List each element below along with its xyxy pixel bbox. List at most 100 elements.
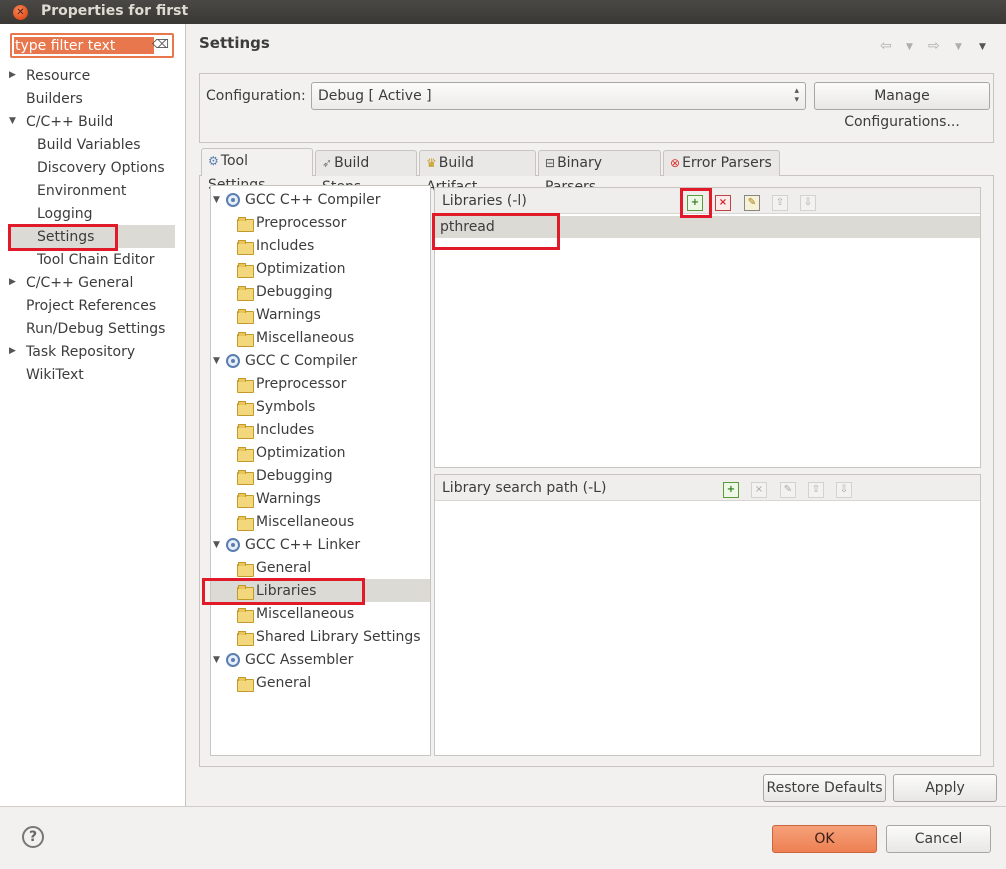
option-folder-icon <box>237 332 254 347</box>
option-folder-icon <box>237 470 254 485</box>
help-icon[interactable]: ? <box>22 826 44 848</box>
tool-option-item[interactable]: Miscellaneous <box>256 603 354 625</box>
highlight-box-libraries <box>202 578 365 605</box>
ok-button[interactable]: OK <box>772 825 877 853</box>
cancel-button[interactable]: Cancel <box>886 825 991 853</box>
tool-option-item[interactable]: Symbols <box>256 396 315 418</box>
nav-item[interactable]: Build Variables <box>37 134 141 156</box>
option-folder-icon <box>237 286 254 301</box>
forward-icon[interactable]: ⇨ <box>928 38 940 54</box>
nav-item[interactable]: Builders <box>26 88 83 110</box>
restore-defaults-button[interactable]: Restore Defaults <box>763 774 886 802</box>
forward-menu-icon[interactable]: ▼ <box>955 42 962 52</box>
nav-item[interactable]: Discovery Options <box>37 157 165 179</box>
highlight-box-pthread <box>432 213 560 250</box>
tool-option-item[interactable]: Optimization <box>256 442 346 464</box>
option-folder-icon <box>237 631 254 646</box>
close-icon[interactable]: ✕ <box>13 5 28 20</box>
tool-option-item[interactable]: Preprocessor <box>256 212 346 234</box>
add-path-icon[interactable]: + <box>723 482 739 498</box>
tool-option-item[interactable]: Miscellaneous <box>256 511 354 533</box>
tool-option-item[interactable]: Includes <box>256 235 314 257</box>
move-down-icon[interactable]: ⇩ <box>800 195 816 211</box>
highlight-box-settings <box>8 224 118 251</box>
manage-configurations-button[interactable]: Manage Configurations... <box>814 82 990 130</box>
apply-button[interactable]: Apply <box>893 774 997 802</box>
edit-library-icon[interactable]: ✎ <box>744 195 760 211</box>
clear-filter-icon[interactable]: ⌫ <box>152 37 169 51</box>
nav-item[interactable]: WikiText <box>26 364 84 386</box>
expand-arrow-icon[interactable]: ▶ <box>9 277 16 287</box>
option-folder-icon <box>237 677 254 692</box>
delete-path-icon[interactable]: × <box>751 482 767 498</box>
back-menu-icon[interactable]: ▼ <box>906 42 913 52</box>
tool-option-item[interactable]: General <box>256 557 311 579</box>
binary-parsers-icon: ⊟ <box>545 156 556 170</box>
option-folder-icon <box>237 608 254 623</box>
back-icon[interactable]: ⇦ <box>880 38 892 54</box>
tool-option-item[interactable]: Warnings <box>256 488 321 510</box>
nav-item[interactable]: Environment <box>37 180 126 202</box>
option-folder-icon <box>237 493 254 508</box>
tab-label: Error Parsers <box>682 155 772 171</box>
move-up-icon[interactable]: ⇧ <box>772 195 788 211</box>
view-menu-icon[interactable]: ▼ <box>979 42 986 52</box>
select-arrows-icon: ▴ ▾ <box>794 86 799 105</box>
highlight-box-add <box>680 188 712 218</box>
nav-item[interactable]: C/C++ General <box>26 272 133 294</box>
nav-item[interactable]: Task Repository <box>26 341 135 363</box>
library-paths-panel: Library search path (-L) <box>434 474 981 756</box>
delete-library-icon[interactable]: × <box>715 195 731 211</box>
collapse-arrow-icon[interactable]: ▼ <box>9 116 16 126</box>
path-down-icon[interactable]: ⇩ <box>836 482 852 498</box>
tool-item[interactable]: GCC Assembler <box>245 649 353 671</box>
tool-option-item[interactable]: Debugging <box>256 281 333 303</box>
tool-item[interactable]: GCC C++ Linker <box>245 534 360 556</box>
option-folder-icon <box>237 217 254 232</box>
collapse-arrow-icon[interactable]: ▼ <box>213 356 220 366</box>
option-folder-icon <box>237 263 254 278</box>
expand-arrow-icon[interactable]: ▶ <box>9 346 16 356</box>
tool-option-item[interactable]: Preprocessor <box>256 373 346 395</box>
tool-option-item[interactable]: Miscellaneous <box>256 327 354 349</box>
collapse-arrow-icon[interactable]: ▼ <box>213 540 220 550</box>
tool-gear-icon <box>226 193 240 207</box>
tool-option-item[interactable]: Includes <box>256 419 314 441</box>
tool-item[interactable]: GCC C Compiler <box>245 350 357 372</box>
tab-build-artifact[interactable]: ♛Build Artifact <box>419 150 536 195</box>
error-parsers-icon: ⊗ <box>670 156 681 170</box>
expand-arrow-icon[interactable]: ▶ <box>9 70 16 80</box>
configuration-select[interactable]: Debug [ Active ] ▴ ▾ <box>311 82 806 110</box>
option-folder-icon <box>237 309 254 324</box>
option-folder-icon <box>237 516 254 531</box>
tool-gear-icon <box>226 653 240 667</box>
nav-item[interactable]: Project References <box>26 295 156 317</box>
option-folder-icon <box>237 424 254 439</box>
tool-option-item[interactable]: Debugging <box>256 465 333 487</box>
filter-field[interactable]: ⌫ <box>10 33 174 58</box>
tab-binary-parsers[interactable]: ⊟Binary Parsers <box>538 150 661 195</box>
collapse-arrow-icon[interactable]: ▼ <box>213 655 220 665</box>
filter-input[interactable] <box>14 37 154 54</box>
nav-item[interactable]: Resource <box>26 65 90 87</box>
tool-settings-icon: ⚙ <box>208 154 219 168</box>
page-title: Settings <box>199 34 270 52</box>
tab-tool-settings[interactable]: ⚙Tool Settings <box>201 148 313 193</box>
libraries-title: Libraries (-l) <box>442 193 527 209</box>
nav-item[interactable]: Tool Chain Editor <box>37 249 155 271</box>
nav-item[interactable]: Logging <box>37 203 93 225</box>
tool-option-item[interactable]: Optimization <box>256 258 346 280</box>
tool-option-item[interactable]: Shared Library Settings <box>256 626 421 648</box>
path-up-icon[interactable]: ⇧ <box>808 482 824 498</box>
collapse-arrow-icon[interactable]: ▼ <box>213 195 220 205</box>
tab-build-steps[interactable]: ➶Build Steps <box>315 150 417 195</box>
tab-error-parsers[interactable]: ⊗ Error Parsers <box>663 150 780 176</box>
tool-gear-icon <box>226 354 240 368</box>
nav-item[interactable]: Run/Debug Settings <box>26 318 165 340</box>
tool-item[interactable]: GCC C++ Compiler <box>245 189 381 211</box>
title-bar: ✕ Properties for first <box>0 0 1006 24</box>
edit-path-icon[interactable]: ✎ <box>780 482 796 498</box>
nav-item[interactable]: C/C++ Build <box>26 111 113 133</box>
tool-option-item[interactable]: General <box>256 672 311 694</box>
tool-option-item[interactable]: Warnings <box>256 304 321 326</box>
